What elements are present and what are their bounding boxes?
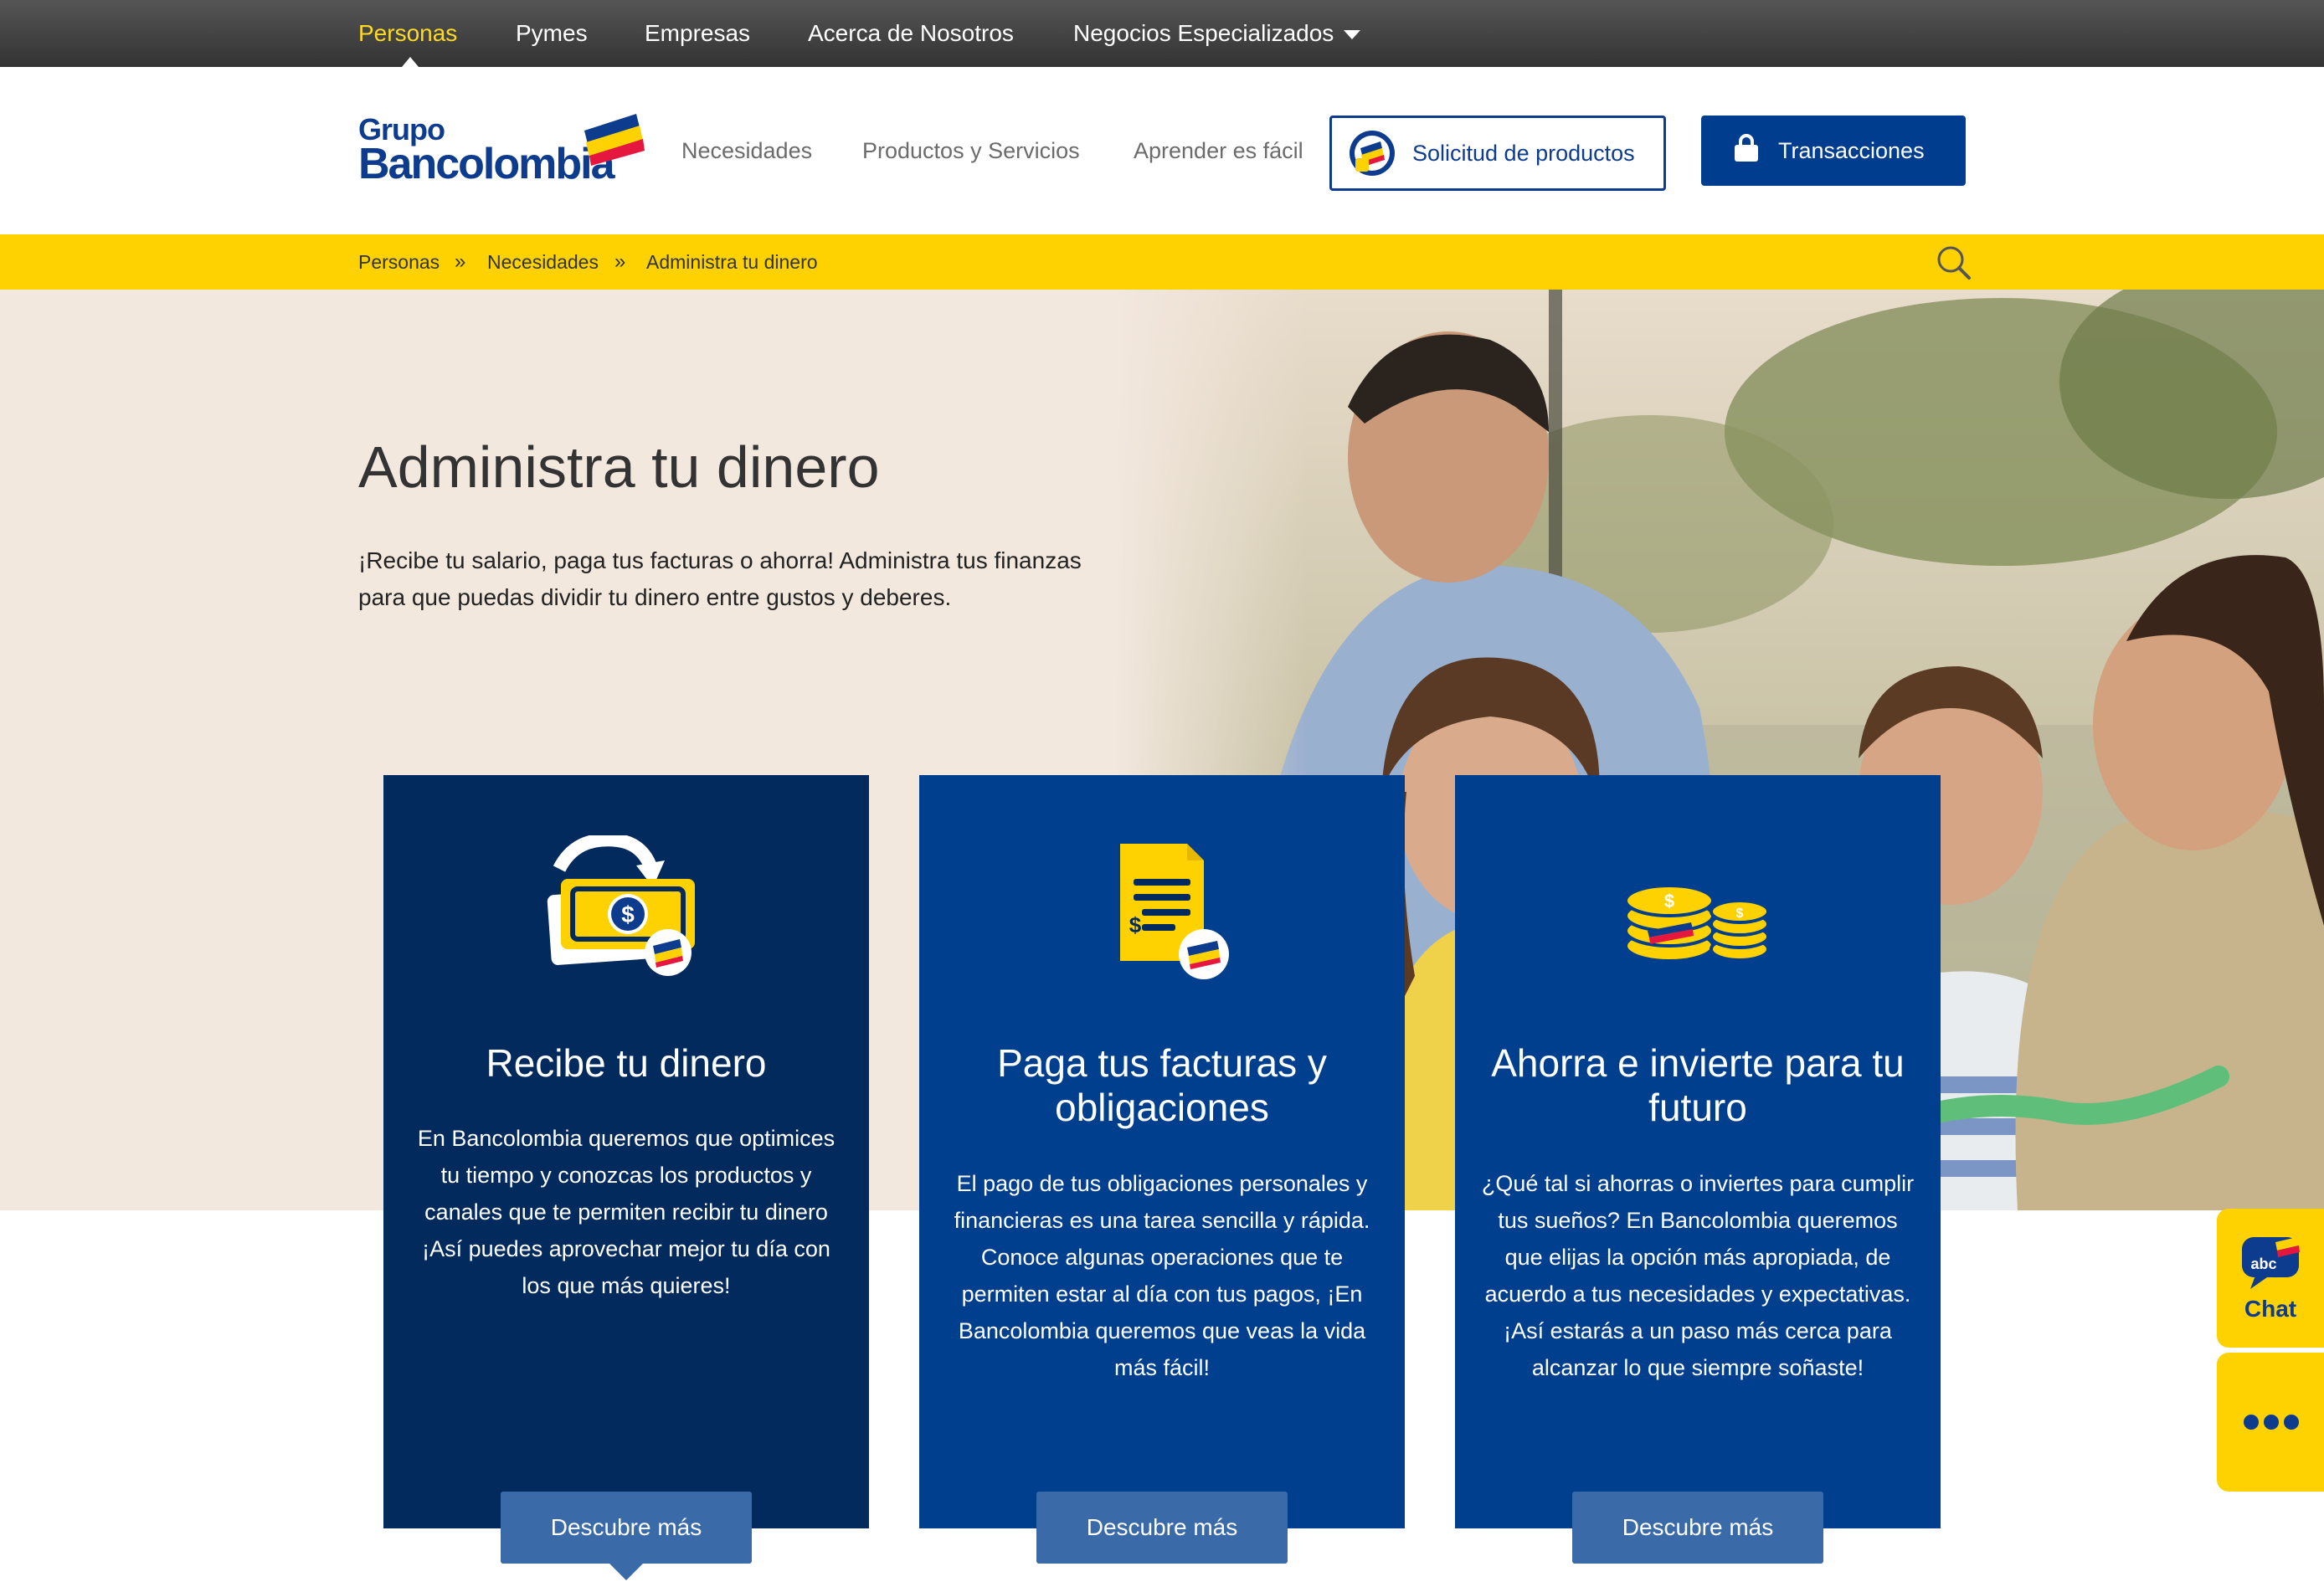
invoice-icon: $ <box>1120 844 1229 979</box>
svg-text:$: $ <box>1129 912 1142 937</box>
lock-icon <box>1735 134 1758 162</box>
logo-flag-icon <box>584 114 645 166</box>
breadcrumb-separator: » <box>455 250 466 273</box>
breadcrumb-separator: » <box>614 250 626 273</box>
more-dots-icon <box>2264 1415 2279 1430</box>
topnav-item-empresas[interactable]: Empresas <box>645 0 750 67</box>
svg-text:$: $ <box>1664 891 1674 912</box>
topnav-item-negocios[interactable]: Negocios Especializados <box>1073 0 1361 67</box>
chat-label: Chat <box>2244 1296 2297 1322</box>
card-title: Recibe tu dinero <box>486 1041 767 1085</box>
nav-necesidades[interactable]: Necesidades <box>681 67 812 234</box>
descubre-mas-button[interactable]: Descubre más <box>1036 1492 1288 1564</box>
card-title: Paga tus facturas y obligaciones <box>997 1041 1327 1129</box>
page-title: Administra tu dinero <box>358 434 880 500</box>
nav-productos-servicios[interactable]: Productos y Servicios <box>862 67 1080 234</box>
breadcrumb-personas[interactable]: Personas <box>358 234 440 290</box>
card-body: ¿Qué tal si ahorras o inviertes para cum… <box>1481 1171 1915 1380</box>
card-ahorra-invierte: $ $ Ahorra e invierte para tu futuro ¿Qu… <box>1455 775 1941 1564</box>
solicitud-productos-button[interactable]: Solicitud de productos <box>1329 116 1666 191</box>
active-tab-caret <box>402 57 419 67</box>
descubre-mas-button[interactable]: Descubre más <box>501 1492 752 1564</box>
topnav-item-negocios-label: Negocios Especializados <box>1073 20 1334 46</box>
card-title: Ahorra e invierte para tu futuro <box>1491 1041 1905 1129</box>
card-paga-facturas: $ Paga tus facturas y obligaciones El pa… <box>919 775 1405 1564</box>
more-dots-icon <box>2284 1415 2299 1430</box>
transacciones-label: Transacciones <box>1778 138 1925 163</box>
descubre-mas-button[interactable]: Descubre más <box>1572 1492 1823 1564</box>
chat-badge-text: abc <box>2250 1256 2276 1272</box>
topnav-item-pymes[interactable]: Pymes <box>516 0 588 67</box>
header: Grupo Bancolombia Necesidades Productos … <box>0 67 2324 234</box>
breadcrumb-necesidades[interactable]: Necesidades <box>487 234 599 290</box>
transacciones-button[interactable]: Transacciones <box>1701 116 1966 186</box>
top-nav: Personas Pymes Empresas Acerca de Nosotr… <box>0 0 2324 67</box>
svg-text:$: $ <box>621 901 635 927</box>
chevron-down-icon <box>1344 30 1361 40</box>
svg-text:$: $ <box>1736 906 1744 921</box>
bancolombia-logo[interactable]: Grupo Bancolombia <box>358 112 645 188</box>
page: Personas Pymes Empresas Acerca de Nosotr… <box>0 0 2324 1587</box>
nav-aprender[interactable]: Aprender es fácil <box>1134 67 1303 234</box>
topnav-item-acerca[interactable]: Acerca de Nosotros <box>808 0 1014 67</box>
card-body: En Bancolombia queremos que optimices tu… <box>417 1126 836 1298</box>
coins-icon: $ $ <box>1624 884 1770 963</box>
more-options-widget[interactable] <box>2217 1353 2324 1492</box>
hero-description: ¡Recibe tu salario, paga tus facturas o … <box>358 547 1082 610</box>
search-icon[interactable] <box>1934 243 1972 281</box>
money-transfer-icon: $ <box>547 835 695 976</box>
solicitud-productos-label: Solicitud de productos <box>1412 141 1635 166</box>
logo-line-2: Bancolombia <box>358 140 614 188</box>
chat-widget[interactable]: abc Chat <box>2217 1209 2324 1348</box>
product-request-icon <box>1350 131 1395 176</box>
active-card-arrow <box>609 1564 643 1580</box>
more-dots-icon <box>2244 1415 2259 1430</box>
card-body: El pago de tus obligaciones personales y… <box>954 1171 1370 1380</box>
card-recibe-dinero: $ Recibe tu dinero En Bancolombia querem… <box>383 775 869 1580</box>
breadcrumb: Personas » Necesidades » Administra tu d… <box>0 234 2324 290</box>
breadcrumb-current: Administra tu dinero <box>646 251 818 273</box>
chat-bubble-icon: abc <box>2242 1237 2300 1289</box>
